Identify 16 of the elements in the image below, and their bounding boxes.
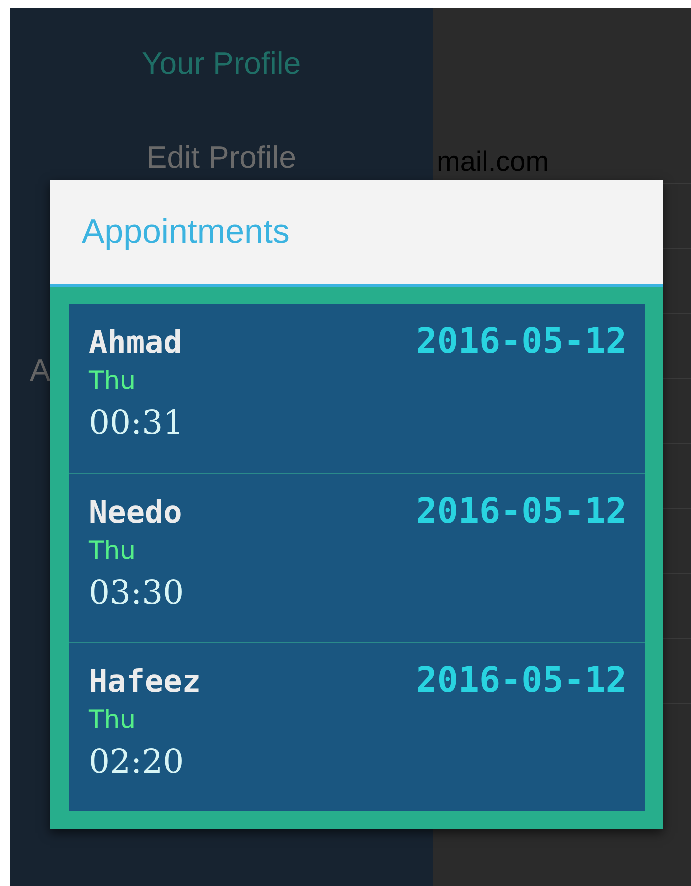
patient-name: Ahmad: [89, 325, 182, 361]
appointment-time: 02:20: [89, 742, 186, 781]
appointment-day: Thu: [89, 536, 627, 565]
appointment-date: 2016-05-12: [416, 661, 627, 701]
appointment-date: 2016-05-12: [416, 492, 627, 532]
appointment-date: 2016-05-12: [416, 322, 627, 362]
appointment-item[interactable]: Needo 2016-05-12 Thu 03:30: [69, 473, 645, 642]
appointment-time: 03:30: [89, 573, 186, 612]
appointment-day: Thu: [89, 366, 627, 395]
appointment-time: 00:31: [89, 403, 186, 442]
patient-name: Needo: [89, 495, 182, 531]
appointment-item[interactable]: Ahmad 2016-05-12 Thu 00:31: [69, 304, 645, 473]
appointment-day: Thu: [89, 705, 627, 734]
dialog-title: Appointments: [82, 212, 290, 252]
appointment-item[interactable]: Hafeez 2016-05-12 Thu 02:20: [69, 642, 645, 811]
patient-name: Hafeez: [89, 664, 201, 700]
